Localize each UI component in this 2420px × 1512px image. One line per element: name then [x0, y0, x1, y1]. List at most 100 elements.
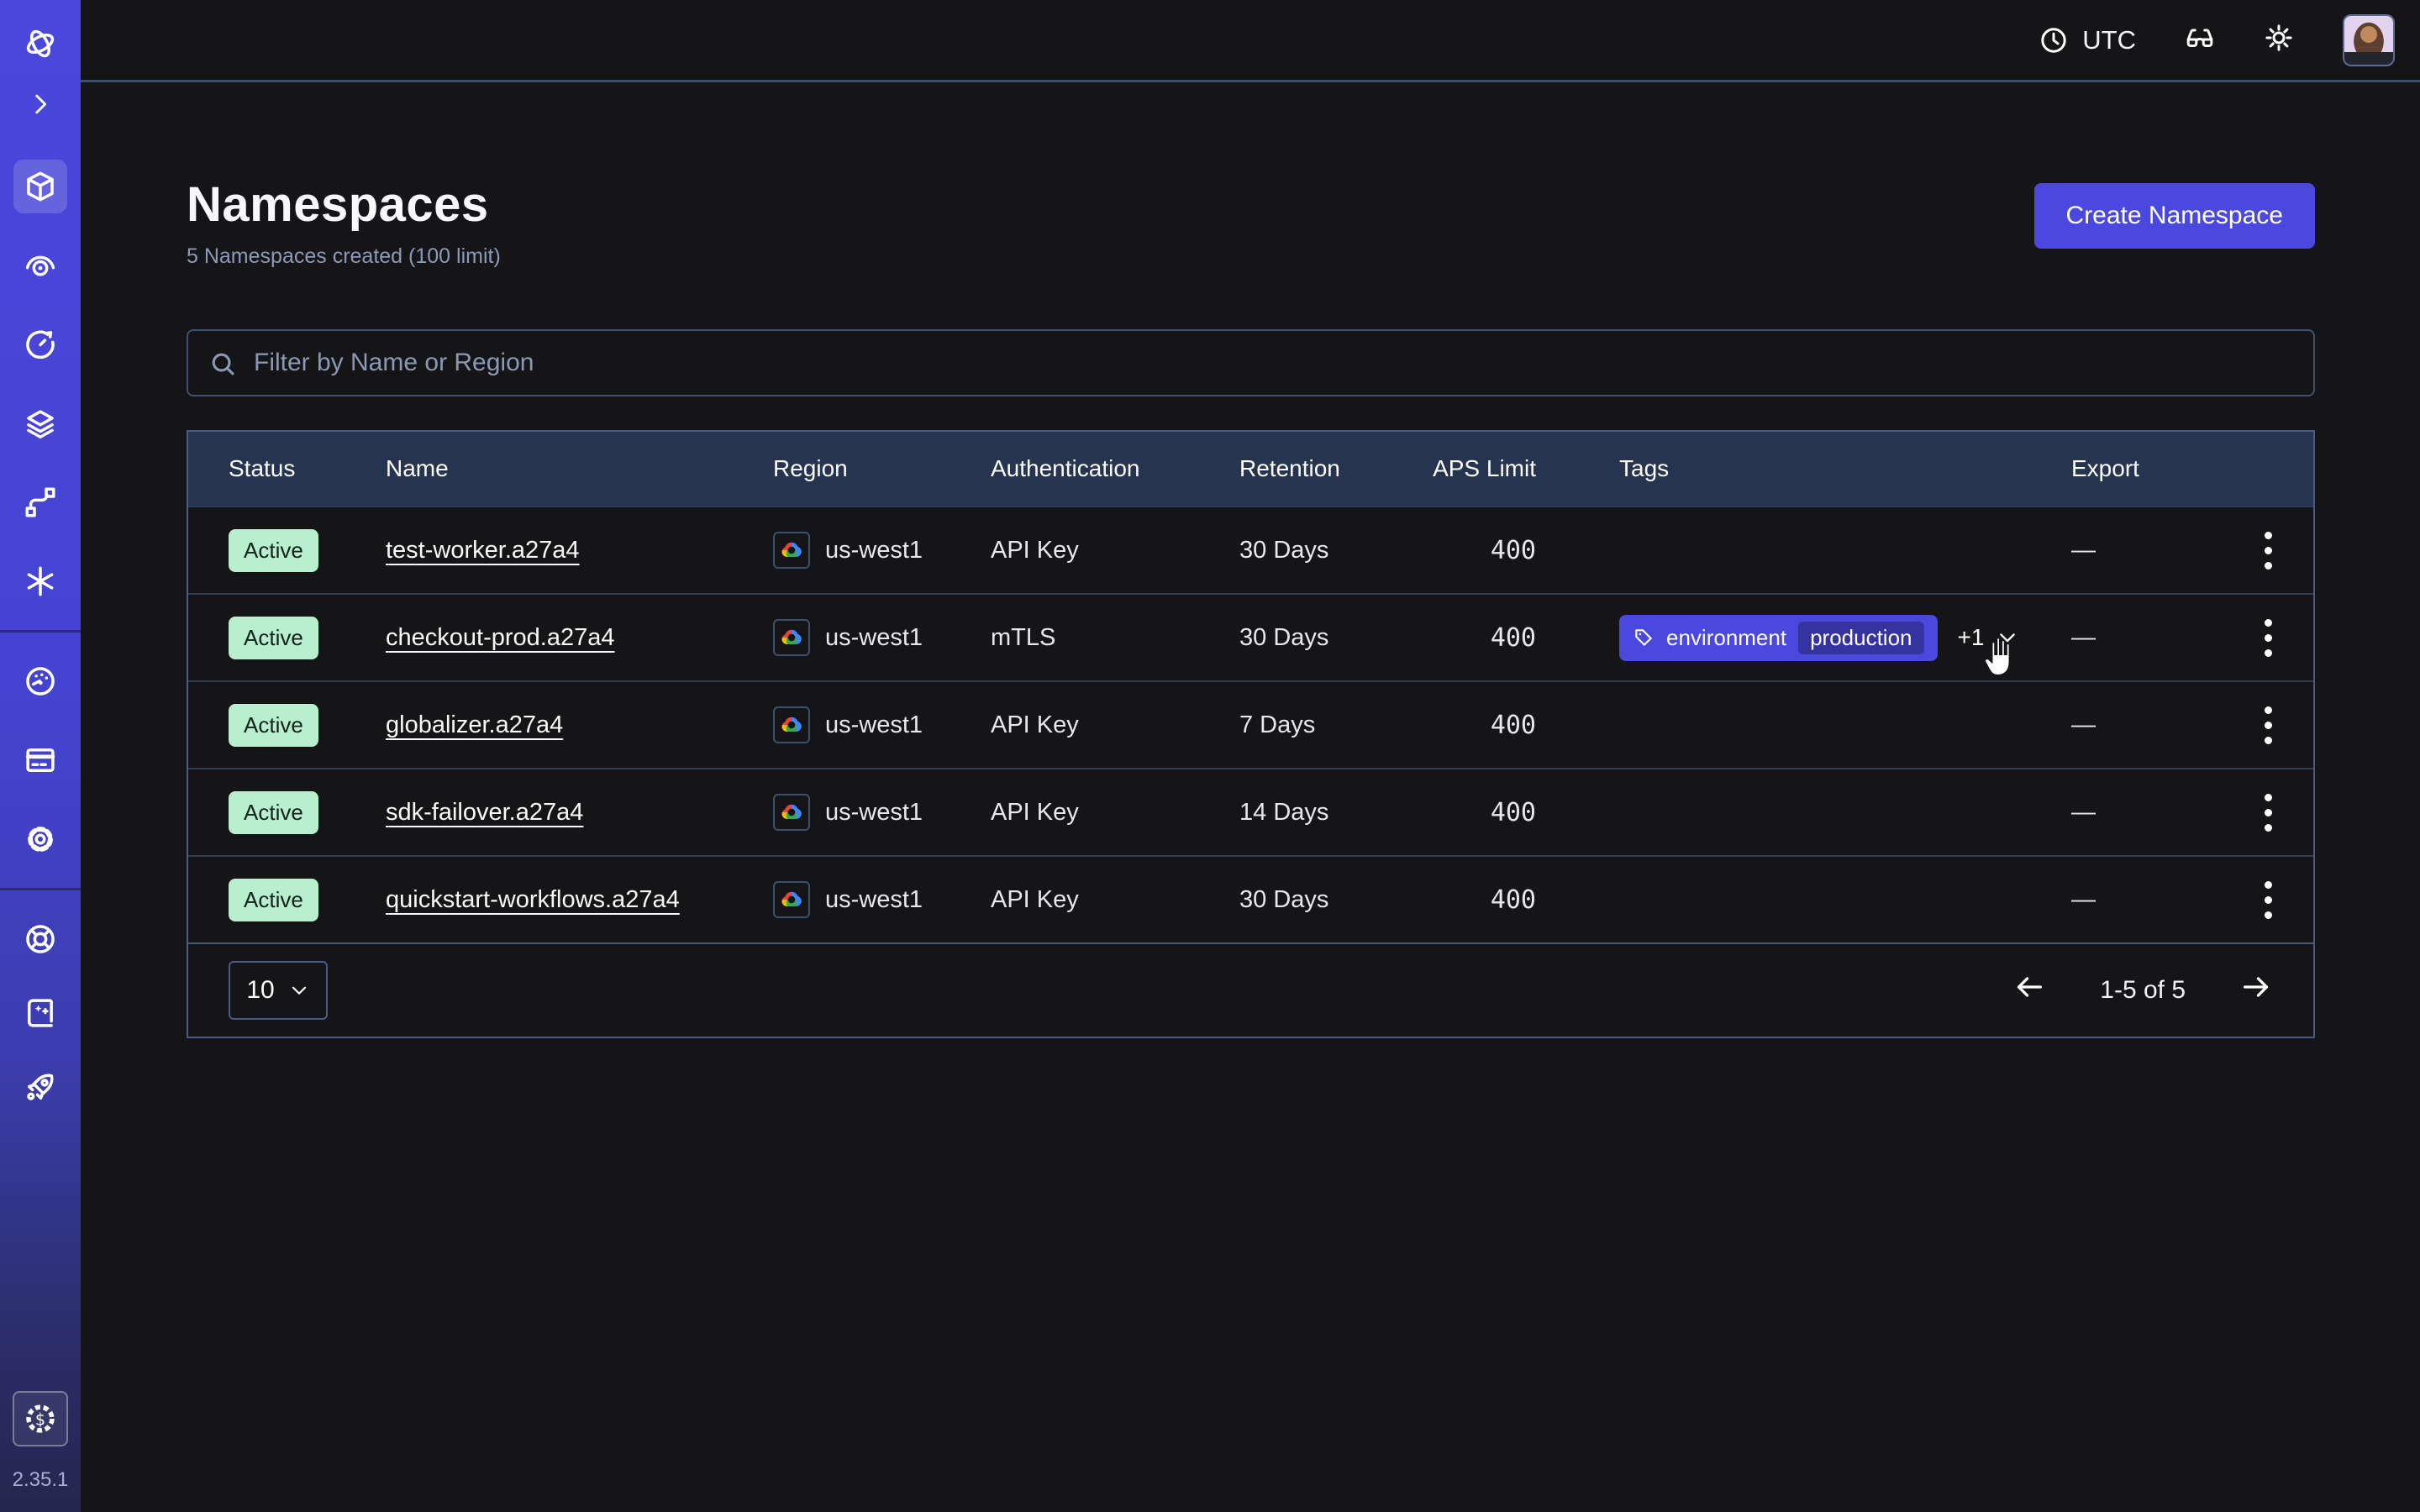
svg-text:$: $ — [35, 1410, 45, 1429]
aps-limit: 400 — [1431, 623, 1619, 653]
cursor-pointer — [1981, 632, 2022, 677]
page-size-select[interactable]: 10 — [229, 961, 328, 1020]
page-size-value: 10 — [246, 976, 274, 1005]
col-authentication: Authentication — [991, 455, 1239, 482]
sidebar-item-namespaces[interactable] — [13, 160, 67, 213]
retention-period: 30 Days — [1239, 624, 1431, 652]
region-label: us-west1 — [825, 799, 923, 827]
status-badge: Active — [229, 704, 318, 747]
auth-method: API Key — [991, 799, 1239, 827]
namespace-link[interactable]: quickstart-workflows.a27a4 — [386, 886, 680, 913]
table-row: Active quickstart-workflows.a27a4 — [188, 855, 2313, 942]
row-menu-button[interactable] — [2256, 698, 2281, 753]
table-body: Active test-worker.a27a4 — [188, 506, 2313, 942]
sidebar-item-billing[interactable] — [13, 733, 67, 787]
sidebar-item-getting-started[interactable] — [13, 1060, 67, 1114]
main-content: Namespaces 5 Namespaces created (100 lim… — [81, 82, 2420, 1512]
sidebar-item-settings[interactable] — [13, 812, 67, 866]
timezone-selector[interactable]: UTC — [2039, 25, 2136, 55]
sidebar-item-monitors[interactable] — [13, 239, 67, 292]
row-menu-button[interactable] — [2256, 611, 2281, 665]
next-page-button[interactable] — [2239, 970, 2273, 1011]
top-bar: UTC — [81, 0, 2420, 82]
row-menu-button[interactable] — [2256, 873, 2281, 927]
page-title: Namespaces — [187, 176, 501, 233]
glasses-icon[interactable] — [2185, 23, 2215, 57]
gcp-cloud-icon — [773, 881, 810, 918]
export-value: — — [2071, 799, 2223, 827]
create-namespace-button[interactable]: Create Namespace — [2034, 183, 2315, 249]
retention-period: 7 Days — [1239, 711, 1431, 739]
col-region: Region — [773, 455, 991, 482]
export-value: — — [2071, 711, 2223, 739]
namespace-link[interactable]: sdk-failover.a27a4 — [386, 799, 583, 826]
sidebar-item-deployments[interactable] — [13, 396, 67, 450]
export-value: — — [2071, 537, 2223, 564]
pagination-range: 1-5 of 5 — [2100, 976, 2186, 1005]
namespace-count: 5 Namespaces created (100 limit) — [187, 244, 501, 269]
region-label: us-west1 — [825, 886, 923, 914]
aps-limit: 400 — [1431, 798, 1619, 827]
sidebar-expand-chevron[interactable] — [13, 77, 67, 131]
tag-icon — [1633, 627, 1655, 648]
retention-period: 14 Days — [1239, 799, 1431, 827]
prev-page-button[interactable] — [2012, 970, 2046, 1011]
namespaces-table: Status Name Region Authentication Retent… — [187, 430, 2315, 1038]
gcp-cloud-icon — [773, 619, 810, 656]
col-tags: Tags — [1619, 455, 2071, 482]
table-footer: 10 1-5 of 5 — [188, 942, 2313, 1037]
status-badge: Active — [229, 879, 318, 921]
tag-value: production — [1798, 622, 1923, 654]
region-label: us-west1 — [825, 537, 923, 564]
col-name: Name — [386, 455, 773, 482]
status-badge: Active — [229, 791, 318, 834]
auth-method: API Key — [991, 886, 1239, 914]
sidebar-item-docs[interactable] — [13, 986, 67, 1040]
export-value: — — [2071, 886, 2223, 914]
aps-limit: 400 — [1431, 885, 1619, 915]
filter-input[interactable] — [187, 329, 2315, 396]
sidebar-item-schedules[interactable] — [13, 318, 67, 371]
sidebar-item-connectivity[interactable] — [13, 475, 67, 529]
status-badge: Active — [229, 617, 318, 659]
clock-icon — [2039, 25, 2069, 55]
app-window: $ 2.35.1 UTC — [0, 0, 2420, 1512]
temporal-logo-icon — [13, 17, 67, 71]
region-label: us-west1 — [825, 624, 923, 652]
row-menu-button[interactable] — [2256, 785, 2281, 840]
table-header: Status Name Region Authentication Retent… — [188, 432, 2313, 506]
aps-limit: 400 — [1431, 711, 1619, 740]
row-menu-button[interactable] — [2256, 523, 2281, 578]
table-row: Active test-worker.a27a4 — [188, 506, 2313, 593]
gcp-cloud-icon — [773, 794, 810, 831]
chevron-down-icon — [288, 979, 310, 1001]
retention-period: 30 Days — [1239, 886, 1431, 914]
tags-more-count: +1 — [1958, 624, 1985, 651]
col-export: Export — [2071, 455, 2223, 482]
aps-limit: 400 — [1431, 536, 1619, 565]
user-avatar[interactable] — [2343, 14, 2395, 66]
col-retention: Retention — [1239, 455, 1431, 482]
billing-usage-button[interactable]: $ — [13, 1391, 68, 1446]
sidebar-item-support[interactable] — [13, 912, 67, 966]
namespace-link[interactable]: globalizer.a27a4 — [386, 711, 563, 738]
tag-pill[interactable]: environment production — [1619, 615, 1938, 661]
table-row: Active globalizer.a27a4 — [188, 680, 2313, 768]
sidebar: $ 2.35.1 — [0, 0, 81, 1512]
sidebar-item-usage[interactable] — [13, 654, 67, 708]
namespace-link[interactable]: checkout-prod.a27a4 — [386, 624, 614, 651]
col-aps-limit: APS Limit — [1431, 455, 1619, 482]
region-label: us-west1 — [825, 711, 923, 739]
sidebar-item-nexus[interactable] — [13, 554, 67, 608]
tag-key: environment — [1666, 625, 1786, 651]
status-badge: Active — [229, 529, 318, 572]
col-status: Status — [188, 455, 386, 482]
table-row: Active sdk-failover.a27a4 — [188, 768, 2313, 855]
retention-period: 30 Days — [1239, 537, 1431, 564]
gcp-cloud-icon — [773, 532, 810, 569]
theme-light-icon[interactable] — [2264, 23, 2294, 57]
namespace-link[interactable]: test-worker.a27a4 — [386, 537, 580, 564]
auth-method: API Key — [991, 537, 1239, 564]
gcp-cloud-icon — [773, 706, 810, 743]
search-icon — [208, 349, 237, 378]
